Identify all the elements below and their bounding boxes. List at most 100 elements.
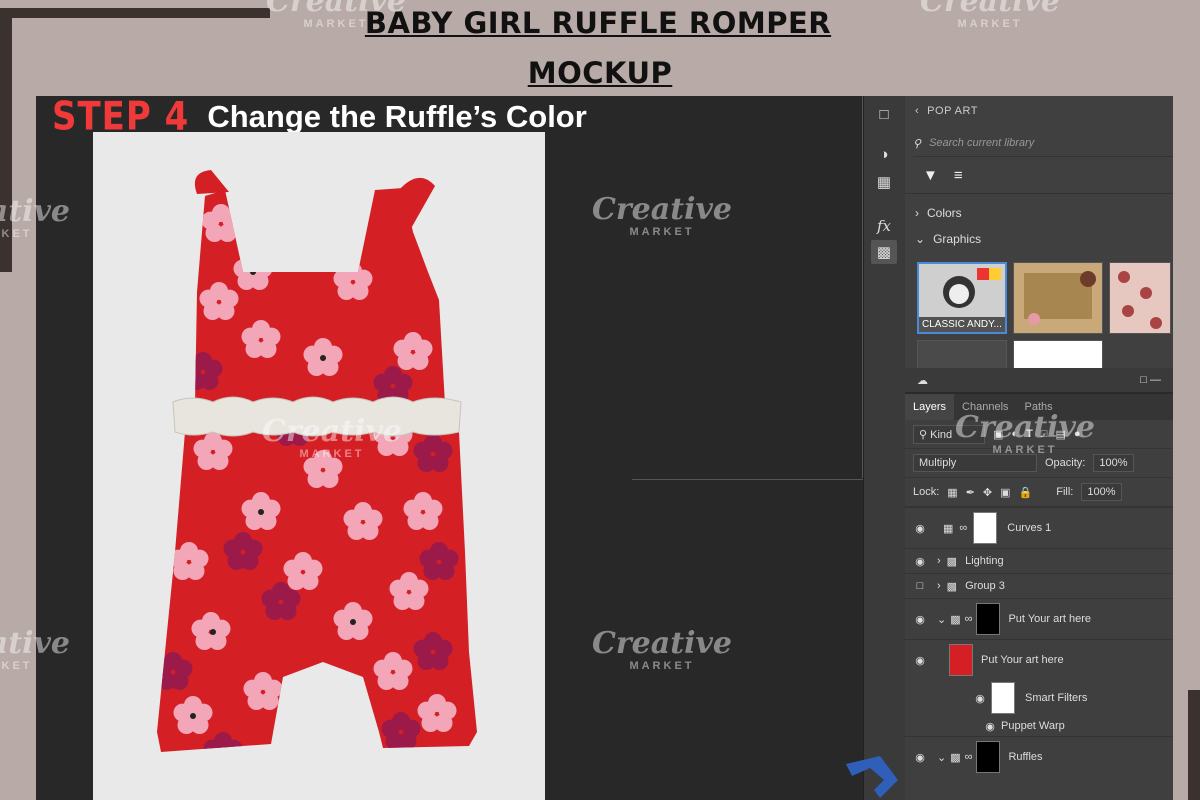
chevron-down-icon: ⌄ [915, 232, 926, 246]
eye-icon[interactable]: ◉ [911, 751, 929, 764]
libraries-icon[interactable]: ▩ [871, 240, 897, 264]
romper-image [157, 170, 477, 752]
lock-move-icon[interactable]: ✥ [983, 486, 992, 499]
thumbnail-caption: CLASSIC ANDY... [919, 317, 1005, 332]
layer-row[interactable]: □ › ▩ Group 3 [905, 573, 1173, 598]
watermark: CreativeMARKET [0, 194, 70, 241]
document-canvas[interactable] [93, 132, 545, 800]
search-icon: ⚲ [913, 137, 922, 150]
lock-label: Lock: [913, 486, 940, 498]
mask-thumbnail [976, 741, 1001, 773]
graphic-thumbnail[interactable] [1013, 340, 1103, 370]
fx-icon[interactable]: fx [871, 214, 897, 238]
layer-name: Put Your art here [981, 654, 1064, 666]
layer-row[interactable]: ◉ ⌄ ▩ ∞ Put Your art here [905, 598, 1173, 639]
smart-object-thumbnail [949, 644, 973, 676]
watermark: CreativeMARKET [0, 626, 70, 673]
watermark: CreativeMARKET [920, 0, 1060, 30]
cloud-icon[interactable]: ☁ [917, 374, 928, 387]
eye-icon[interactable]: ◉ [911, 555, 929, 568]
graphic-thumbnail[interactable] [917, 340, 1007, 370]
section-graphics[interactable]: ⌄ Graphics [905, 226, 1173, 252]
lock-brush-icon[interactable]: ✒ [966, 486, 975, 499]
watermark: CreativeMARKET [592, 626, 732, 673]
section-colors[interactable]: › Colors [905, 200, 1173, 226]
library-search[interactable]: ⚲ Search current library [913, 130, 1173, 157]
layer-name: Lighting [965, 555, 1004, 567]
lock-all-icon[interactable]: 🔒 [1019, 486, 1033, 499]
layer-name: Ruffles [1008, 751, 1043, 763]
filter-mask-thumbnail [991, 682, 1015, 714]
watermark: CreativeMARKET [592, 192, 732, 239]
layer-name: Smart Filters [1025, 692, 1088, 704]
decorative-bar-right [1188, 690, 1200, 800]
graphics-grid: CLASSIC ANDY... [917, 262, 1171, 334]
eye-icon[interactable]: ◉ [911, 654, 929, 667]
panel-toolstrip: □ ◑ ▦ fx ▩ [863, 96, 906, 800]
chevron-down-icon[interactable]: ⌄ [937, 613, 946, 626]
chevron-right-icon[interactable]: › [937, 555, 941, 567]
palette-icon[interactable]: ◑ [871, 142, 897, 166]
chevron-left-icon[interactable]: ‹ [915, 105, 919, 117]
library-header[interactable]: ‹ POP ART [905, 96, 1173, 126]
chevron-right-icon[interactable]: › [937, 580, 941, 592]
mask-thumbnail [973, 512, 998, 544]
search-icon: ⚲ [919, 428, 928, 441]
layer-row[interactable]: ◉ Smart Filters [905, 680, 1173, 716]
layer-row[interactable]: ◉ ⌄ ▩ ∞ Ruffles [905, 736, 1173, 777]
layer-name: Put Your art here [1008, 613, 1092, 625]
link-icon: ∞ [964, 613, 973, 625]
sort-icon[interactable]: ≡ [954, 167, 963, 184]
watermark: CreativeMARKET [266, 0, 406, 30]
link-icon: ∞ [964, 751, 973, 763]
guide-line [632, 479, 863, 480]
graphic-thumbnail[interactable]: CLASSIC ANDY... [917, 262, 1007, 334]
eye-icon[interactable]: ◉ [911, 522, 929, 535]
layer-row[interactable]: ◉ ▦ ∞ Curves 1 [905, 507, 1173, 548]
graphics-grid-row2 [917, 340, 1103, 370]
curves-icon: ▦ [943, 522, 954, 535]
blend-mode-select[interactable]: Multiply [913, 454, 1037, 472]
folder-icon[interactable]: □ — [1140, 374, 1161, 386]
layer-row[interactable]: ◉ › ▩ Lighting [905, 548, 1173, 573]
graphic-thumbnail[interactable] [1109, 262, 1171, 334]
lock-artboard-icon[interactable]: ▣ [1000, 486, 1010, 499]
eye-icon[interactable]: ◉ [911, 613, 929, 626]
watermark: CreativeMARKET [262, 414, 402, 461]
watermark: CreativeMARKET [955, 410, 1095, 457]
opacity-input[interactable]: 100% [1093, 454, 1134, 472]
library-footer: ☁ □ — [905, 368, 1173, 392]
page-title-line2: MOCKUP [527, 56, 673, 90]
opacity-label: Opacity: [1045, 457, 1086, 469]
eye-hidden-icon[interactable]: □ [911, 580, 929, 592]
fill-label: Fill: [1056, 486, 1074, 498]
mask-thumbnail [976, 603, 1001, 635]
search-placeholder: Search current library [929, 137, 1035, 149]
fill-input[interactable]: 100% [1081, 483, 1122, 501]
pointer-arrow-icon [846, 756, 898, 798]
layer-name: Curves 1 [1007, 522, 1052, 534]
folder-icon: ▩ [946, 580, 958, 593]
library-toolbar: ▼ ≡ [905, 157, 1173, 194]
photoshop-screenshot: STEP 4 Change the Ruffle’s Color Creativ… [36, 96, 1173, 800]
chevron-down-icon[interactable]: ⌄ [937, 751, 946, 764]
layer-row[interactable]: ◉ Put Your art here [905, 639, 1173, 680]
grid-icon[interactable]: ▦ [871, 170, 897, 194]
library-name: POP ART [927, 105, 978, 117]
filter-icon[interactable]: ▼ [923, 167, 938, 184]
folder-icon: ▩ [950, 751, 961, 764]
graphic-image [1110, 263, 1170, 333]
layer-row[interactable]: ◉ Puppet Warp [905, 716, 1173, 736]
graphic-image [1014, 263, 1102, 333]
link-icon: ∞ [959, 522, 968, 534]
chevron-right-icon: › [915, 206, 919, 220]
layer-name: Puppet Warp [1001, 720, 1065, 732]
comment-icon[interactable]: □ [871, 102, 897, 126]
lock-pixels-icon[interactable]: ▦ [947, 486, 957, 499]
step-text: Change the Ruffle’s Color [207, 99, 587, 134]
tab-layers[interactable]: Layers [905, 394, 955, 420]
layer-name: Group 3 [965, 580, 1005, 592]
graphic-thumbnail[interactable] [1013, 262, 1103, 334]
eye-icon[interactable]: ◉ [981, 720, 999, 733]
eye-icon[interactable]: ◉ [971, 692, 989, 705]
